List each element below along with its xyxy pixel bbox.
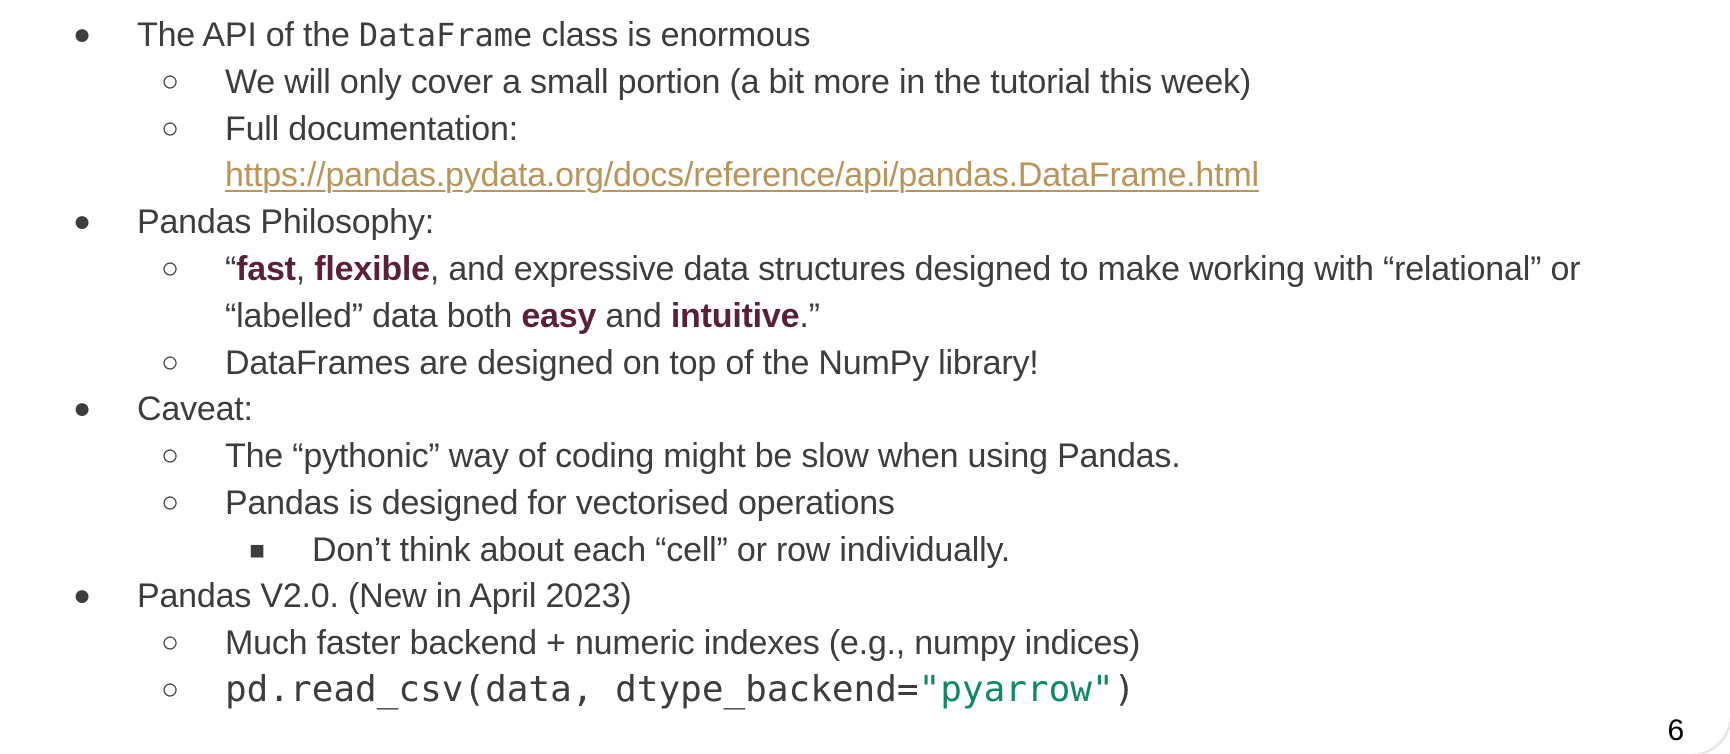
- sub-item-text: Much faster backend + numeric indexes (e…: [225, 624, 1141, 662]
- quote-text: “fast, flexible, and expressive data str…: [225, 246, 1580, 292]
- emphasis-easy: easy: [521, 297, 597, 335]
- code-segment: pd.read_csv(data, dtype_backend=: [225, 669, 919, 710]
- bullet-text: Pandas V2.0. (New in April 2023): [137, 577, 632, 615]
- sub-item-text: Pandas is designed for vectorised operat…: [225, 484, 895, 522]
- page-number: 6: [1667, 714, 1685, 747]
- code-inline: DataFrame: [358, 16, 533, 54]
- sub-item-text: DataFrames are designed on top of the Nu…: [225, 344, 1039, 382]
- bullet-text: Pandas Philosophy:: [137, 203, 434, 241]
- emphasis-fast: fast: [236, 250, 296, 288]
- bullet-circle-icon: ○: [161, 346, 179, 379]
- bullet-dot-icon: ●: [73, 579, 91, 612]
- bullet-dot-icon: ●: [73, 205, 91, 238]
- slide: ● The API of the DataFrame class is enor…: [0, 0, 1730, 754]
- bullet-dot-icon: ●: [73, 392, 91, 425]
- bullet-circle-icon: ○: [161, 486, 179, 519]
- text-segment: ,: [295, 250, 315, 288]
- bullet-circle-icon: ○: [161, 626, 179, 659]
- text-segment: and: [596, 297, 671, 335]
- code-string: "pyarrow": [918, 669, 1114, 710]
- bullet-circle-icon: ○: [161, 439, 179, 472]
- bullet-square-icon: ■: [249, 535, 265, 565]
- bullet-dot-icon: ●: [73, 18, 91, 51]
- documentation-link[interactable]: https://pandas.pydata.org/docs/reference…: [225, 152, 1259, 198]
- quote-text: “labelled” data both easy and intuitive.…: [225, 293, 820, 339]
- text-segment: class is enormous: [532, 16, 811, 54]
- bullet-circle-icon: ○: [161, 65, 179, 98]
- text-segment: “: [225, 250, 237, 288]
- bullet-text: Caveat:: [137, 390, 253, 428]
- code-snippet: pd.read_csv(data, dtype_backend="pyarrow…: [225, 667, 1135, 713]
- bullet-circle-icon: ○: [161, 112, 179, 145]
- sub-item-text: We will only cover a small portion (a bi…: [225, 63, 1251, 101]
- text-segment: , and expressive data structures designe…: [429, 250, 1581, 288]
- emphasis-intuitive: intuitive: [670, 297, 800, 335]
- code-segment: ): [1113, 669, 1136, 710]
- text-segment: The API of the: [137, 16, 359, 54]
- bullet-circle-icon: ○: [161, 252, 179, 285]
- sub-item-text: The “pythonic” way of coding might be sl…: [225, 437, 1181, 475]
- sub-sub-item-text: Don’t think about each “cell” or row ind…: [312, 531, 1011, 569]
- text-segment: “labelled” data both: [225, 297, 522, 335]
- slide-corner: [1690, 714, 1730, 754]
- bullet-circle-icon: ○: [161, 673, 179, 706]
- bullet-text: The API of the DataFrame class is enormo…: [137, 12, 810, 58]
- text-segment: .”: [799, 297, 820, 335]
- sub-item-text: Full documentation:: [225, 110, 518, 148]
- emphasis-flexible: flexible: [314, 250, 430, 288]
